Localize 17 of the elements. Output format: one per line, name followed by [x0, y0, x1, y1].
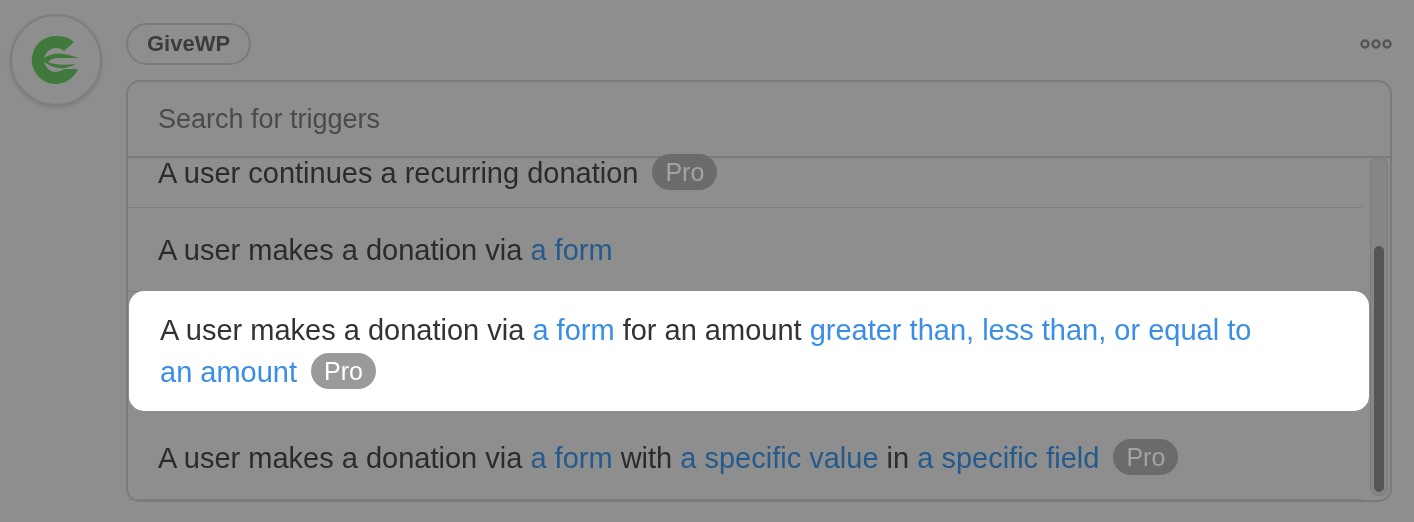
- trigger-link[interactable]: an amount: [160, 351, 298, 393]
- trigger-item[interactable]: A user continues a recurring donation Pro: [128, 152, 1362, 208]
- trigger-link[interactable]: greater than, less than, or equal to: [809, 309, 1252, 351]
- search-field[interactable]: Search for triggers: [128, 82, 1390, 158]
- more-icon[interactable]: [1360, 39, 1392, 49]
- pro-badge: Pro: [311, 353, 376, 389]
- trigger-link[interactable]: a form: [530, 436, 613, 479]
- scrollbar-thumb[interactable]: [1374, 246, 1384, 492]
- pro-badge: Pro: [1113, 438, 1179, 475]
- trigger-link[interactable]: a form: [532, 309, 615, 351]
- pro-badge: Pro: [652, 154, 718, 190]
- trigger-link[interactable]: a specific field: [917, 436, 1100, 479]
- app-tag: GiveWP: [126, 23, 252, 65]
- trigger-link[interactable]: a specific value: [680, 436, 879, 479]
- trigger-link[interactable]: a form: [530, 228, 613, 271]
- trigger-item[interactable]: A user makes a donation via a form with a specific value in a specific field Pro: [128, 416, 1362, 500]
- trigger-item[interactable]: A user makes a donation via a form for an amount greater than, less than, or equal to an amount Pro: [130, 292, 1368, 410]
